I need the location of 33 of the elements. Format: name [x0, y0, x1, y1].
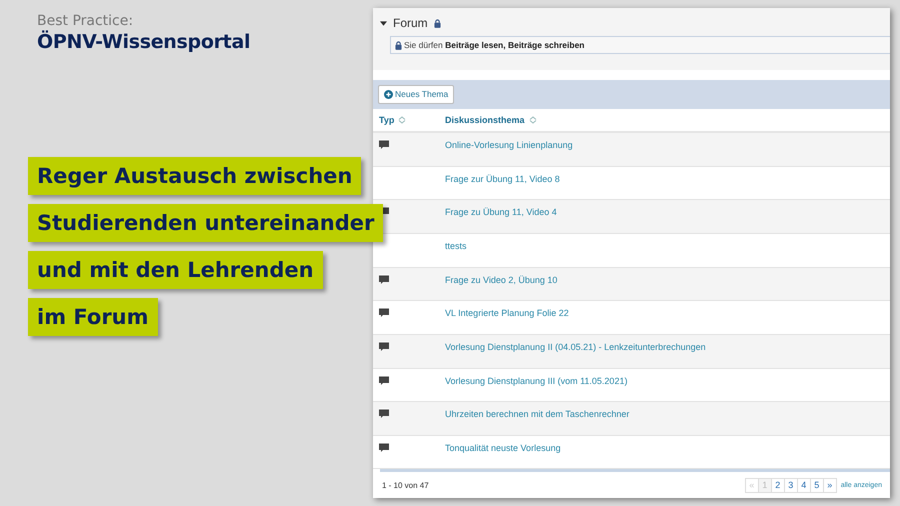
collapse-toggle-icon[interactable] [380, 20, 387, 26]
topic-link[interactable]: Tonqualität neuste Vorlesung [445, 442, 561, 453]
page-button[interactable]: 2 [770, 478, 785, 493]
column-header[interactable]: Typ [379, 114, 394, 125]
plus-icon [384, 90, 393, 99]
section-title: Forum [393, 16, 428, 30]
slide-kicker: Best Practice: [37, 13, 134, 30]
topic-link[interactable]: Online-Vorlesung Linienplanung [445, 140, 573, 150]
sort-icon[interactable] [528, 116, 537, 124]
lock-icon [395, 40, 402, 50]
lock-icon [434, 18, 441, 28]
page-button[interactable]: 5 [810, 478, 824, 493]
topic-link[interactable]: Vorlesung Dienstplanung II (04.05.21) - Lenkzeitunterbrechungen [445, 342, 706, 352]
topic-link[interactable]: Frage zur Übung 11, Video 8 [445, 174, 560, 184]
sort-icon[interactable] [398, 116, 406, 124]
page-button[interactable]: 3 [784, 478, 798, 493]
page-button[interactable]: » [822, 478, 837, 493]
topic-link[interactable]: ttests [445, 241, 467, 252]
topic-link[interactable]: Frage zu Übung 11, Video 4 [445, 207, 557, 218]
topic-link[interactable]: Uhrzeiten berechnen mit dem Taschenrechner [445, 409, 630, 420]
callout-label: Reger Austausch zwischen [28, 157, 362, 195]
result-count: 1 - 10 von 47 [382, 480, 429, 490]
topic-link[interactable]: Frage zu Video 2, Übung 10 [445, 274, 558, 285]
new-topic-button[interactable]: Neues Thema [378, 84, 454, 104]
topic-link[interactable]: Vorlesung Dienstplanung III (vom 11.05.2021) [445, 376, 628, 386]
permission-notice: Sie dürfen Beiträge lesen, Beiträge schreiben [390, 36, 890, 54]
callout-label: im Forum [28, 298, 158, 336]
topic-link[interactable]: VL Integrierte Planung Folie 22 [445, 308, 569, 318]
callout-label: Studierenden untereinander [28, 204, 384, 242]
column-header[interactable]: Diskussionsthema [445, 114, 525, 125]
slide-title: ÖPNV-Wissensportal [37, 30, 250, 54]
page-button[interactable]: 4 [796, 478, 811, 493]
callout-label: und mit den Lehrenden [28, 251, 323, 289]
